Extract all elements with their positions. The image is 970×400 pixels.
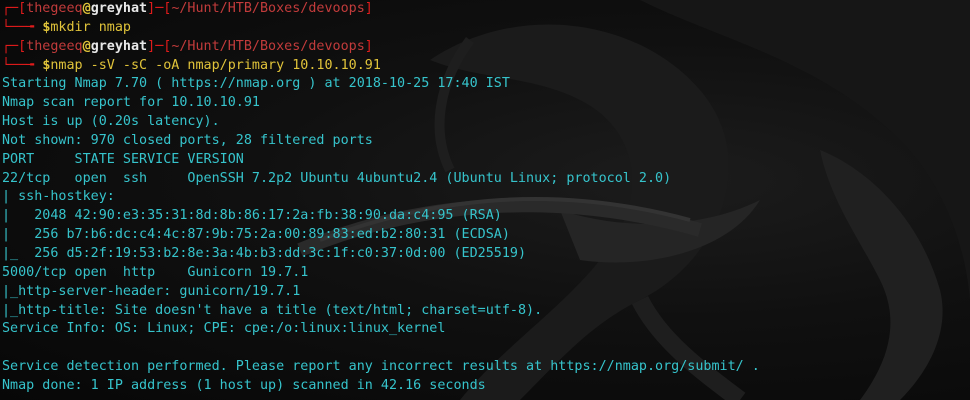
output-line: 5000/tcp open http Gunicorn 19.7.1 xyxy=(2,264,309,280)
command-line: └──╼ $mkdir nmap xyxy=(2,19,968,38)
terminal-window[interactable]: ┌─[thegeeq@greyhat]─[~/Hunt/HTB/Boxes/de… xyxy=(0,0,970,400)
prompt-line: ┌─[thegeeq@greyhat]─[~/Hunt/HTB/Boxes/de… xyxy=(2,0,968,19)
command-text: nmap -sV -sC -oA nmap/primary 10.10.10.9… xyxy=(50,57,381,73)
output-line: |_ 256 d5:2f:19:53:b2:8e:3a:4b:b3:dd:3c:… xyxy=(2,245,527,261)
prompt-path: ~/Hunt/HTB/Boxes/devoops xyxy=(171,38,365,54)
prompt-bracket: ] xyxy=(364,38,373,54)
prompt-host: greyhat xyxy=(90,38,148,54)
output-line: Service Info: OS: Linux; CPE: cpe:/o:lin… xyxy=(2,321,446,337)
output-line: Service detection performed. Please repo… xyxy=(2,359,760,375)
prompt-at: @ xyxy=(82,38,91,54)
output-line: Nmap done: 1 IP address (1 host up) scan… xyxy=(2,377,486,393)
terminal-output[interactable]: ┌─[thegeeq@greyhat]─[~/Hunt/HTB/Boxes/de… xyxy=(2,0,968,396)
output-line: Nmap scan report for 10.10.10.91 xyxy=(2,95,260,111)
output-line: | ssh-hostkey: xyxy=(2,189,115,205)
prompt-bracket: [ xyxy=(18,38,27,54)
output-line: Not shown: 970 closed ports, 28 filtered… xyxy=(2,132,373,148)
prompt-box-top: ┌─ xyxy=(2,1,19,16)
prompt-line: ┌─[thegeeq@greyhat]─[~/Hunt/HTB/Boxes/de… xyxy=(2,38,968,57)
prompt-user: thegeeq xyxy=(26,1,83,16)
prompt-box-top: ┌─ xyxy=(2,38,19,54)
prompt-bracket: ] xyxy=(364,1,373,16)
output-line: |_http-title: Site doesn't have a title … xyxy=(2,302,543,318)
prompt-host: greyhat xyxy=(90,1,148,16)
prompt-bracket: ] xyxy=(147,1,156,16)
prompt-bracket: [ xyxy=(18,1,27,16)
prompt-box-bottom: └──╼ xyxy=(2,19,43,35)
prompt-at: @ xyxy=(82,1,91,16)
prompt-bracket: ] xyxy=(147,38,156,54)
prompt-user: thegeeq xyxy=(26,38,83,54)
output-line: Starting Nmap 7.70 ( https://nmap.org ) … xyxy=(2,76,510,92)
output-line: | 2048 42:90:e3:35:31:8d:8b:86:17:2a:fb:… xyxy=(2,208,502,224)
prompt-path: ~/Hunt/HTB/Boxes/devoops xyxy=(171,1,365,16)
output-line: |_http-server-header: gunicorn/19.7.1 xyxy=(2,283,301,299)
output-line: PORT STATE SERVICE VERSION xyxy=(2,151,244,167)
command-text: mkdir nmap xyxy=(50,19,131,35)
prompt-box-bottom: └──╼ xyxy=(2,57,43,73)
output-line: | 256 b7:b6:dc:c4:4c:87:9b:75:2a:00:89:8… xyxy=(2,227,510,243)
output-line: Host is up (0.20s latency). xyxy=(2,114,220,130)
command-line: └──╼ $nmap -sV -sC -oA nmap/primary 10.1… xyxy=(2,57,968,76)
output-line: 22/tcp open ssh OpenSSH 7.2p2 Ubuntu 4ub… xyxy=(2,170,672,186)
